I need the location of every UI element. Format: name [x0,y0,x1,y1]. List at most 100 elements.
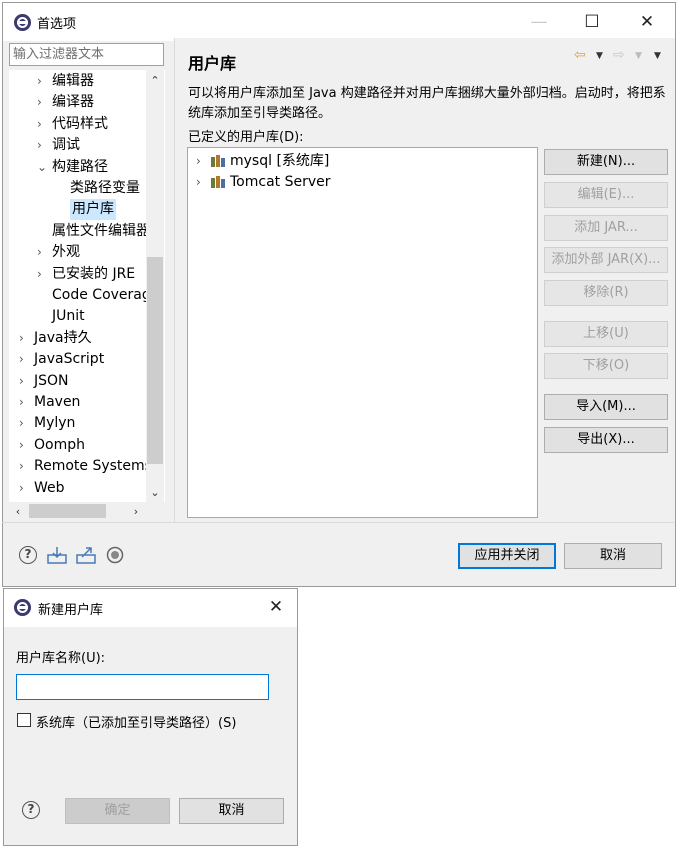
tree-item-label: 类路径变量 [70,180,140,196]
ok-button[interactable]: 确定 [65,798,170,824]
tree-item[interactable]: JUnit [9,306,146,327]
expand-arrow-icon[interactable]: › [19,392,29,413]
tree-item[interactable]: › Mylyn [9,413,146,434]
tree-item[interactable]: › JSON [9,371,146,392]
tree-item[interactable]: 类路径变量 [9,178,146,199]
expand-arrow-icon[interactable]: › [37,114,47,135]
close-button[interactable]: ✕ [633,9,661,35]
tree-item-label: 调试 [52,137,80,154]
back-history-dropdown-icon[interactable]: ▼ [596,51,603,61]
tree-item-label: Oomph [34,436,85,453]
tree-item-label: 编辑器 [52,73,94,89]
remove-button[interactable]: 移除(R) [544,280,668,306]
defined-libraries-label: 已定义的用户库(D): [188,130,304,145]
expand-arrow-icon[interactable]: › [196,172,201,192]
library-name-label: 用户库名称(U): [16,651,106,666]
collapse-arrow-icon[interactable]: ⌄ [37,157,47,178]
edit-button[interactable]: 编辑(E)... [544,182,668,208]
tree-item[interactable]: 属性文件编辑器 [9,221,146,242]
move-up-button[interactable]: 上移(U) [544,321,668,347]
minimize-button[interactable]: — [525,9,553,35]
tree-item[interactable]: › 已安装的 JRE [9,264,146,285]
tree-item[interactable]: 用户库 [9,199,146,221]
export-button[interactable]: 导出(X)... [544,427,668,453]
tree-item-label: Web [34,479,65,496]
dialog-close-button[interactable]: ✕ [262,594,290,620]
tree-item[interactable]: ⌄ 构建路径 [9,157,146,178]
tree-item[interactable]: › JavaScript [9,349,146,370]
title-bar: 首选项 — ☐ ✕ [3,3,675,41]
expand-arrow-icon[interactable]: › [37,135,47,156]
scroll-left-arrow-icon[interactable]: ‹ [9,503,27,521]
scroll-right-arrow-icon[interactable]: › [127,503,145,521]
eclipse-icon [14,599,31,616]
scroll-up-arrow-icon[interactable]: ⌃ [146,72,164,90]
tree-item-label: 代码样式 [52,115,108,132]
tree-item[interactable]: › 代码样式 [9,114,146,135]
scroll-down-arrow-icon[interactable]: ⌄ [146,484,164,502]
export-preferences-icon[interactable] [76,546,96,564]
expand-arrow-icon[interactable]: › [19,456,29,477]
system-library-label: 系统库（已添加至引导类路径）(S) [36,716,237,731]
view-menu-icon[interactable]: ▼ [654,51,661,61]
tree-item[interactable]: › Web [9,478,146,499]
help-icon[interactable]: ? [19,546,37,564]
tree-item-label: 外观 [52,244,80,261]
forward-history-dropdown-icon[interactable]: ▼ [635,51,642,61]
tree-item[interactable]: › 编辑器 [9,71,146,92]
expand-arrow-icon[interactable]: › [19,349,29,370]
expand-arrow-icon[interactable]: › [19,413,29,434]
tree-item-label: Mylyn [34,415,76,432]
system-library-checkbox[interactable] [17,713,31,727]
expand-arrow-icon[interactable]: › [37,92,47,113]
new-button[interactable]: 新建(N)... [544,149,668,175]
tree-item[interactable]: Code Coverage [9,285,146,306]
tree-item[interactable]: › 编译器 [9,92,146,113]
expand-arrow-icon[interactable]: › [19,371,29,392]
expand-arrow-icon[interactable]: › [19,478,29,499]
forward-arrow-icon[interactable]: ⇨ [613,47,625,63]
tree-item[interactable]: › Maven [9,392,146,413]
cancel-button[interactable]: 取消 [564,543,662,569]
tree-horizontal-scroll-thumb[interactable] [29,504,106,518]
tree-item[interactable]: › Remote Systems [9,456,146,477]
move-down-button[interactable]: 下移(O) [544,353,668,379]
expand-arrow-icon[interactable]: › [19,435,29,456]
tree-item[interactable]: › 调试 [9,135,146,156]
expand-arrow-icon[interactable]: › [37,242,47,263]
import-preferences-icon[interactable] [47,546,67,564]
add-jar-button[interactable]: 添加 JAR... [544,215,668,241]
add-external-jar-button[interactable]: 添加外部 JAR(X)... [544,247,668,273]
expand-arrow-icon[interactable]: › [37,264,47,285]
tree-item-label: Java持久 [34,329,92,346]
import-button[interactable]: 导入(M)... [544,394,668,420]
tree-item-label: Maven [34,394,81,410]
back-arrow-icon[interactable]: ⇦ [574,47,586,63]
tree-item-label: Remote Systems [34,458,146,475]
apply-and-close-button[interactable]: 应用并关闭 [458,543,556,569]
expand-arrow-icon[interactable]: › [196,151,201,171]
library-label: mysql [系统库] [230,153,330,169]
tree-item-label: Code Coverage [52,287,146,303]
tree-item[interactable]: › 外观 [9,242,146,263]
tree-item-label: JavaScript [34,351,105,368]
tree-item[interactable]: › Java持久 [9,328,146,349]
eclipse-icon [14,14,31,31]
expand-arrow-icon[interactable]: › [19,328,29,349]
tree-item[interactable]: › Oomph [9,435,146,456]
maximize-button[interactable]: ☐ [578,9,606,35]
dialog-help-icon[interactable]: ? [22,801,40,819]
library-name-input[interactable] [16,674,269,700]
filter-input[interactable] [9,43,164,66]
tree-item-label: 编译器 [52,94,94,111]
panel-title: 用户库 [188,54,237,73]
footer-separator [2,522,674,523]
tree-vertical-scroll-thumb[interactable] [147,257,163,464]
user-libraries-list[interactable] [187,147,538,518]
dialog-title-bar: 新建用户库 ✕ [4,589,297,627]
expand-arrow-icon[interactable]: › [37,71,47,92]
tree-item-label: 已安装的 JRE [52,265,136,282]
record-icon[interactable] [106,546,124,564]
dialog-title: 新建用户库 [38,603,104,618]
dialog-cancel-button[interactable]: 取消 [179,798,284,824]
